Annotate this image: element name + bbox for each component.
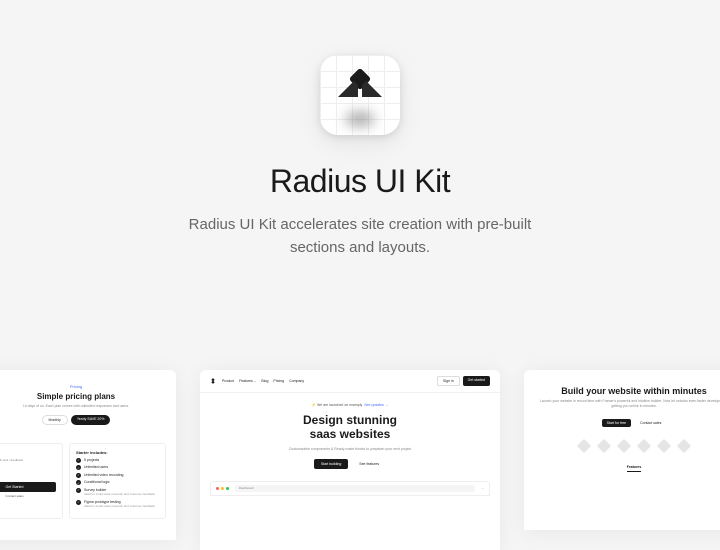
get-started-button[interactable]: Get Started [0, 482, 56, 492]
check-icon [76, 473, 81, 478]
preview-pricing: Pricing Simple pricing plans 14 days of … [0, 370, 176, 540]
url-bar: Dashboard [235, 485, 475, 492]
hero-subtitle: Radius UI Kit accelerates site creation … [170, 214, 550, 259]
chevron-down-icon: ⌄ [254, 379, 257, 383]
pricing-label: Pricing [0, 384, 166, 389]
nav-pricing[interactable]: Pricing [273, 379, 284, 383]
preview-cta: Build your website within minutes Launch… [524, 370, 720, 530]
landing-subtitle: Customizable components & Ready-made blo… [200, 447, 500, 451]
tab-bar: Features [538, 465, 720, 472]
start-building-button[interactable]: Start building [314, 459, 348, 469]
nav-company[interactable]: Company [289, 379, 304, 383]
signin-button[interactable]: Sign in [437, 376, 460, 386]
plan-name: rprise [0, 450, 56, 456]
toggle-monthly[interactable]: Monthly [42, 415, 68, 425]
check-icon [76, 465, 81, 470]
browser-chrome: Dashboard ⋯ [210, 481, 490, 496]
check-icon [76, 500, 81, 505]
contact-sales-link[interactable]: Contact sales [0, 494, 56, 498]
contact-sales-button[interactable]: Contact sales [635, 419, 666, 427]
brand-icon [210, 378, 216, 384]
announcement-bar: ⚡ We are launched on examply See updates… [200, 403, 500, 407]
check-icon [76, 458, 81, 463]
check-icon [76, 488, 81, 493]
close-icon [216, 487, 219, 490]
nav-features[interactable]: Features⌄ [239, 379, 256, 383]
start-free-button[interactable]: Start for free [602, 419, 631, 427]
app-logo [320, 55, 400, 135]
hero-title: Radius UI Kit [270, 163, 450, 200]
pricing-title: Simple pricing plans [0, 392, 166, 401]
get-started-button[interactable]: Get started [463, 376, 490, 386]
preview-landing: Product Features⌄ Blog Pricing Company S… [200, 370, 500, 550]
toggle-yearly[interactable]: Yearly SAVE 20% [71, 415, 111, 425]
preview-row: Pricing Simple pricing plans 14 days of … [0, 370, 720, 550]
expand-icon [226, 487, 229, 490]
nav-blog[interactable]: Blog [261, 379, 268, 383]
cta-subtitle: Launch your website in record time with … [538, 399, 720, 409]
see-updates-link[interactable]: See updates → [364, 403, 388, 407]
tab-features[interactable]: Features [627, 465, 642, 472]
landing-title: Design stunningsaas websites [200, 413, 500, 442]
pricing-subtitle: 14 days of us. Each plan comes with unli… [0, 404, 166, 409]
cta-title: Build your website within minutes [538, 386, 720, 396]
nav-product[interactable]: Product [222, 379, 234, 383]
see-features-link[interactable]: See features [352, 459, 386, 469]
minimize-icon [221, 487, 224, 490]
logo-row [538, 441, 720, 451]
check-icon [76, 480, 81, 485]
